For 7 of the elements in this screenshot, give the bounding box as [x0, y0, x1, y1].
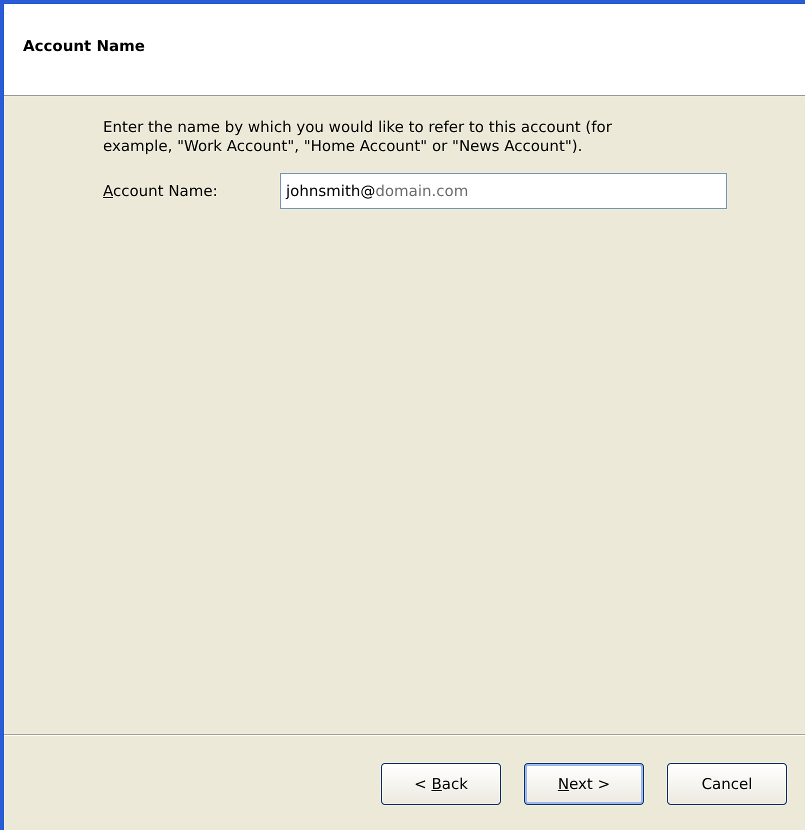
dialog-title: Account Name — [23, 36, 145, 57]
dialog-button[interactable]: < Back — [381, 763, 501, 805]
description-text: Enter the name by which you would like to refer to this account (for example, "Work Account", "Home Account" or "News Account"). — [103, 118, 613, 156]
dialog-button[interactable]: Cancel — [667, 763, 787, 805]
account-name-field[interactable]: johnsmith@domain.com — [280, 173, 727, 209]
dialog-button[interactable]: Next > — [524, 763, 644, 805]
field-label: Account Name: — [103, 180, 219, 202]
